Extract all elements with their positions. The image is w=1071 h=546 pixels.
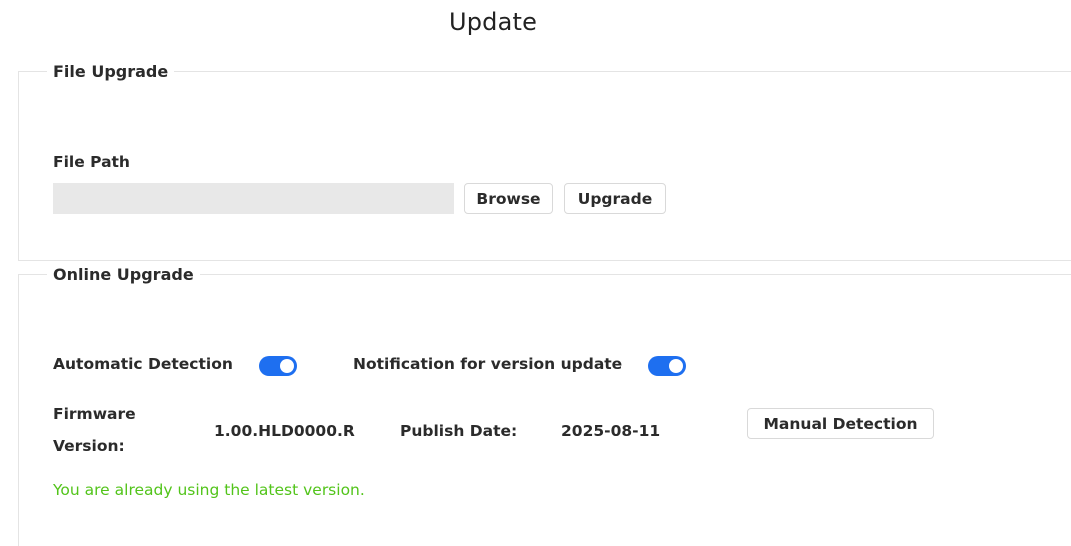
publish-date-value: 2025-08-11 xyxy=(561,422,661,440)
toggle-knob xyxy=(669,359,683,373)
file-path-label: File Path xyxy=(53,153,130,171)
online-upgrade-section: Online Upgrade xyxy=(18,265,1071,546)
file-upgrade-section: File Upgrade xyxy=(18,62,1071,261)
online-upgrade-legend: Online Upgrade xyxy=(53,265,194,284)
browse-button[interactable]: Browse xyxy=(464,183,553,214)
page-title: Update xyxy=(448,8,538,36)
firmware-version-value: 1.00.HLD0000.R xyxy=(214,422,355,440)
toggle-knob xyxy=(280,359,294,373)
firmware-version-label-line1: Firmware xyxy=(53,405,136,423)
file-upgrade-legend: File Upgrade xyxy=(53,62,169,81)
auto-detection-label: Automatic Detection xyxy=(53,355,233,373)
publish-date-label: Publish Date: xyxy=(400,422,518,440)
update-status-message: You are already using the latest version… xyxy=(53,481,365,499)
manual-detection-button[interactable]: Manual Detection xyxy=(747,408,934,439)
upgrade-button[interactable]: Upgrade xyxy=(564,183,666,214)
notification-toggle[interactable] xyxy=(648,356,686,376)
file-path-input[interactable] xyxy=(53,183,454,214)
firmware-version-label-line2: Version: xyxy=(53,437,125,455)
update-page: Update File Upgrade File Path Browse Upg… xyxy=(0,0,1071,546)
auto-detection-toggle[interactable] xyxy=(259,356,297,376)
notification-label: Notification for version update xyxy=(353,355,623,373)
